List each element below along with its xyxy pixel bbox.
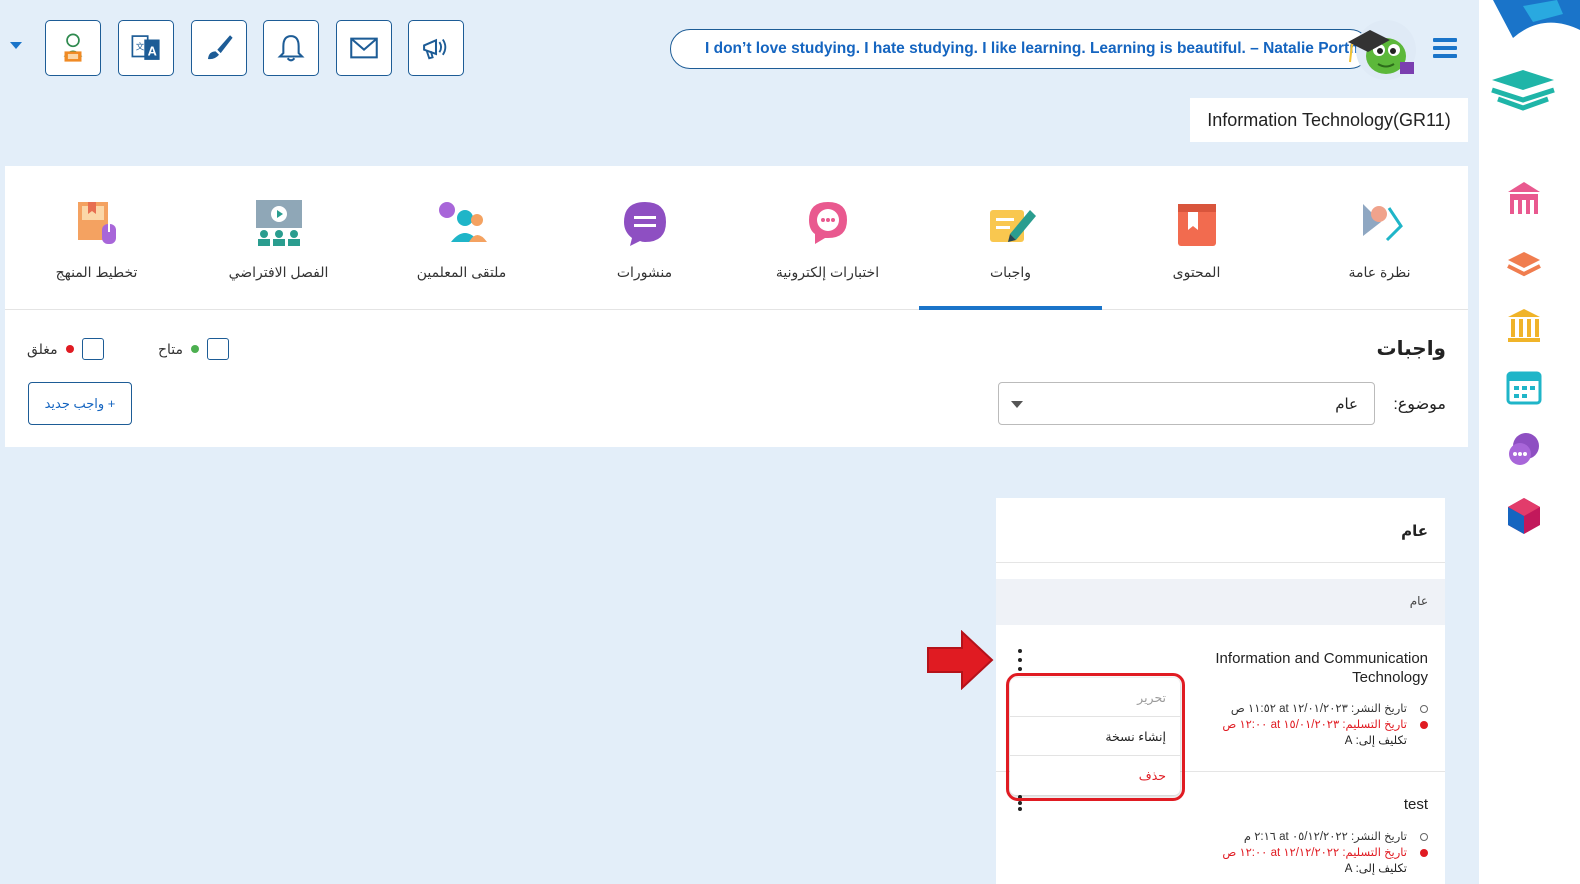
student-reading-icon <box>63 33 83 62</box>
overview-icon <box>1362 204 1403 242</box>
tab-homework[interactable]: واجبات <box>919 166 1102 310</box>
mascot-avatar-icon <box>1348 20 1416 80</box>
quote-text: I don’t love studying. I hate studying. … <box>705 40 1370 57</box>
tab-homework-label: واجبات <box>990 264 1031 280</box>
brush-button[interactable] <box>191 20 247 76</box>
student-reading-button[interactable] <box>45 20 101 76</box>
pointer-arrow-icon <box>927 630 994 690</box>
publish-date: تاريخ النشر: ١٢/٠١/٢٠٢٣ at ١١:٥٢ ص <box>1230 703 1407 715</box>
toolbar-collapse-caret[interactable] <box>10 42 22 49</box>
assigned-to: تكليف إلى: A <box>1344 735 1407 747</box>
subject-select[interactable]: عام <box>998 382 1375 425</box>
school-icon[interactable] <box>1504 178 1544 218</box>
tab-virtual-class[interactable]: الفصل الافتراضي <box>187 166 370 310</box>
messages-button[interactable] <box>336 20 392 76</box>
teachers-forum-icon <box>438 202 487 242</box>
motivational-quote: I don’t love studying. I hate studying. … <box>670 29 1370 69</box>
tab-quizzes[interactable]: اختبارات إلكترونية <box>736 166 919 310</box>
assignment-options-menu: تحرير إنشاء نسخة حذف <box>1010 678 1180 795</box>
tab-curriculum-plan-label: تخطيط المنهج <box>55 264 138 280</box>
assignment-title[interactable]: Information and Communication Technology <box>1178 649 1428 687</box>
card-header-text: عام <box>1401 523 1428 540</box>
virtual-class-icon <box>255 200 302 246</box>
closed-filter[interactable]: مغلق <box>27 338 104 360</box>
megaphone-icon <box>423 38 447 60</box>
main-menu-button[interactable] <box>1433 38 1457 58</box>
assigned-to: تكليف إلى: A <box>1344 863 1407 875</box>
subject-select-value: عام <box>1335 396 1358 413</box>
new-homework-label: + واجب جديد <box>44 395 116 411</box>
bell-icon <box>277 35 305 62</box>
course-tabs: نظرة عامة المحتوى واجبات اختبارات إلكترو… <box>5 166 1468 310</box>
cube-app-icon[interactable] <box>1504 496 1544 536</box>
homework-panel: واجبات متاح مغلق موضوع: عام + واجب جديد <box>5 310 1468 447</box>
course-title: Information Technology(GR11) <box>1190 98 1468 142</box>
translate-button[interactable]: A 文 <box>118 20 174 76</box>
chat-bubbles-icon[interactable] <box>1504 430 1544 470</box>
tab-content[interactable]: المحتوى <box>1105 166 1288 310</box>
translate-icon: A 文 <box>131 35 160 60</box>
available-dot <box>191 345 200 353</box>
chevron-down-icon <box>1011 401 1023 408</box>
books-stack-icon[interactable] <box>1504 242 1544 282</box>
closed-label: مغلق <box>27 340 58 357</box>
subject-label: موضوع: <box>1393 396 1446 413</box>
svg-text:A: A <box>148 44 157 59</box>
delete-label: حذف <box>1138 769 1166 783</box>
duplicate-label: إنشاء نسخة <box>1105 730 1166 744</box>
book-icon <box>1177 204 1216 246</box>
available-label: متاح <box>158 340 184 357</box>
tab-posts-label: منشورات <box>616 264 673 280</box>
closed-status-dot <box>1420 849 1428 857</box>
tab-teachers-forum-label: ملتقى المعلمين <box>416 264 507 280</box>
announcements-button[interactable] <box>408 20 464 76</box>
due-date: تاريخ التسليم: ١٢/١٢/٢٠٢٢ at ١٢:٠٠ ص <box>1222 847 1407 859</box>
closed-status-dot <box>1420 721 1428 729</box>
logo-banner-icon <box>1493 0 1580 38</box>
app-logo-icon[interactable] <box>1488 66 1558 114</box>
mail-icon <box>350 37 378 59</box>
tab-teachers-forum[interactable]: ملتقى المعلمين <box>370 166 553 310</box>
tab-content-label: المحتوى <box>1172 264 1221 280</box>
due-date: تاريخ التسليم: ١٥/٠١/٢٠٢٣ at ١٢:٠٠ ص <box>1222 719 1407 731</box>
homework-icon <box>989 210 1036 242</box>
edit-label: تحرير <box>1137 691 1166 705</box>
tab-curriculum-plan[interactable]: تخطيط المنهج <box>5 166 188 310</box>
closed-checkbox[interactable] <box>81 338 104 360</box>
brush-icon <box>207 35 233 60</box>
group-row: عام <box>996 579 1445 625</box>
homework-title: واجبات <box>1376 338 1446 360</box>
tab-virtual-class-label: الفصل الافتراضي <box>228 264 329 280</box>
tab-posts[interactable]: منشورات <box>553 166 736 310</box>
notifications-button[interactable] <box>263 20 319 76</box>
institution-icon[interactable] <box>1504 305 1544 345</box>
assignment-title[interactable]: test <box>1178 795 1428 814</box>
curriculum-plan-icon <box>77 202 116 244</box>
closed-dot <box>65 345 74 353</box>
posts-icon <box>623 202 666 246</box>
card-header: عام <box>996 498 1445 563</box>
quiz-icon <box>808 202 847 244</box>
tab-overview[interactable]: نظرة عامة <box>1288 166 1471 310</box>
edit-menu-item[interactable]: تحرير <box>1010 678 1180 717</box>
more-options-icon[interactable] <box>1017 649 1023 671</box>
clock-icon <box>1420 833 1428 841</box>
publish-date: تاريخ النشر: ٠٥/١٢/٢٠٢٢ at ٢:١٦ م <box>1243 831 1407 843</box>
new-homework-button[interactable]: + واجب جديد <box>28 382 132 425</box>
available-filter[interactable]: متاح <box>158 338 230 360</box>
calendar-icon[interactable] <box>1504 367 1544 407</box>
group-label: عام <box>1409 594 1428 608</box>
tab-quizzes-label: اختبارات إلكترونية <box>775 264 880 280</box>
more-options-icon[interactable] <box>1017 795 1023 811</box>
duplicate-menu-item[interactable]: إنشاء نسخة <box>1010 717 1180 756</box>
delete-menu-item[interactable]: حذف <box>1010 756 1180 795</box>
clock-icon <box>1420 705 1428 713</box>
available-checkbox[interactable] <box>207 338 230 360</box>
svg-text:文: 文 <box>136 42 145 53</box>
course-title-text: Information Technology(GR11) <box>1207 109 1451 130</box>
tab-overview-label: نظرة عامة <box>1348 264 1411 280</box>
